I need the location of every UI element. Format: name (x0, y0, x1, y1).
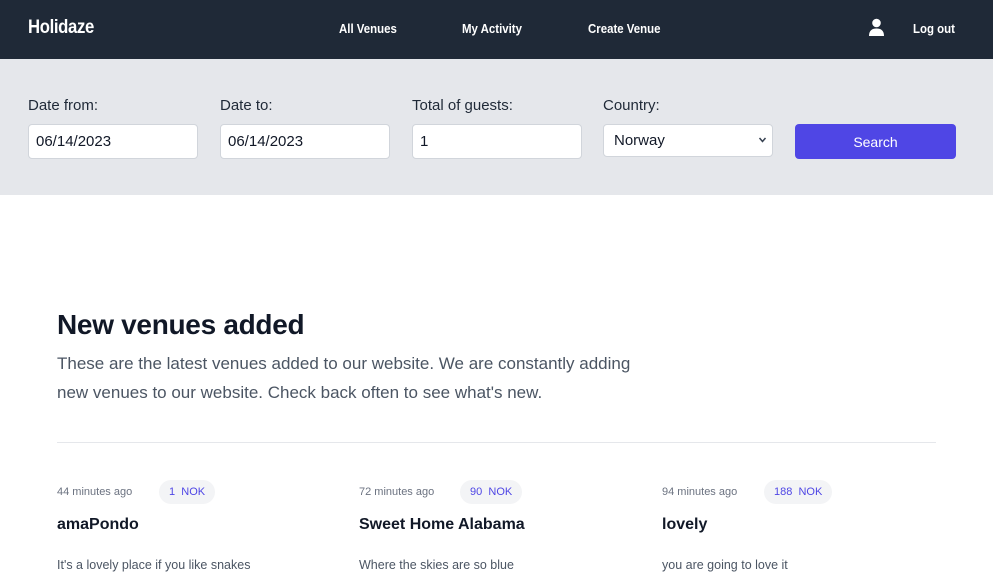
section-description: These are the latest venues added to our… (57, 354, 631, 402)
country-select[interactable]: Norway (603, 124, 773, 157)
brand-logo[interactable]: Holidaze (28, 17, 94, 39)
chevron-down-icon (758, 133, 767, 147)
venue-description: It's a lovely place if you like snakes (57, 558, 251, 572)
guests-input[interactable]: 1 (412, 124, 582, 159)
page-title: New venues added (57, 309, 305, 340)
price-badge: 90 NOK (460, 480, 523, 504)
guests-label: Total of guests: (412, 97, 513, 114)
date-to-input[interactable]: 06/14/2023 (220, 124, 390, 159)
venue-time: 72 minutes ago (359, 486, 435, 498)
price-value: 90 (470, 486, 483, 498)
price-value: 1 (169, 486, 176, 498)
venue-description: Where the skies are so blue (359, 558, 514, 572)
date-from-input[interactable]: 06/14/2023 (28, 124, 198, 159)
date-from-label: Date from: (28, 97, 99, 114)
price-currency: NOK (798, 486, 823, 498)
date-to-label: Date to: (220, 97, 273, 114)
nav-create-venue[interactable]: Create Venue (588, 21, 660, 36)
country-label: Country: (603, 97, 660, 114)
user-icon[interactable] (868, 18, 885, 36)
venue-time: 94 minutes ago (662, 486, 738, 498)
top-navbar: Holidaze All Venues My Activity Create V… (0, 0, 993, 59)
price-currency: NOK (181, 486, 206, 498)
price-value: 188 (774, 486, 793, 498)
venue-title[interactable]: lovely (662, 516, 707, 534)
search-button[interactable]: Search (795, 124, 956, 159)
nav-all-venues[interactable]: All Venues (339, 21, 397, 36)
price-badge: 1 NOK (159, 480, 216, 504)
venue-time: 44 minutes ago (57, 486, 133, 498)
price-currency: NOK (488, 486, 513, 498)
scrollbar[interactable] (993, 0, 1000, 576)
venue-description: you are going to love it (662, 558, 788, 572)
logout-link[interactable]: Log out (913, 21, 955, 36)
venue-title[interactable]: Sweet Home Alabama (359, 516, 525, 534)
country-select-value: Norway (614, 132, 665, 149)
price-badge: 188 NOK (764, 480, 833, 504)
divider (57, 442, 936, 443)
nav-my-activity[interactable]: My Activity (462, 21, 522, 36)
venue-title[interactable]: amaPondo (57, 516, 139, 534)
